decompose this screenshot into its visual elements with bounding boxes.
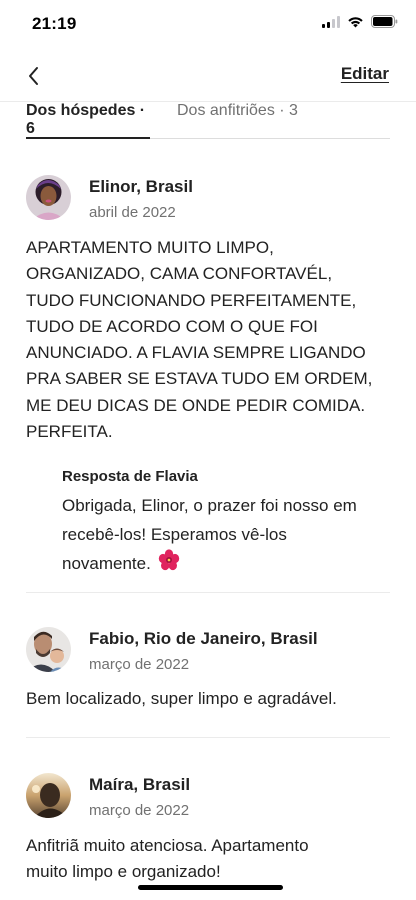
review-text-line: ANUNCIADO. A FLAVIA SEMPRE LIGANDO [26,343,366,363]
review-text-line: Anfitriã muito atenciosa. Apartamento [26,836,309,855]
hibiscus-emoji-icon [158,549,180,580]
reply-text-line: recebê-los! Esperamos vê-los [62,525,287,545]
reply-text-line-last: novamente. [62,549,390,580]
review-text: APARTAMENTO MUITO LIMPO, ORGANIZADO, CAM… [26,235,390,445]
review-text-line: TUDO DE ACORDO COM O QUE FOI [26,316,318,336]
tab-guest-reviews[interactable]: Dos hóspedes · 6 [26,102,150,139]
chevron-left-icon [29,67,38,85]
review-text-line: APARTAMENTO MUITO LIMPO, [26,238,274,257]
review-date: março de 2022 [89,656,190,673]
review-tabs: Dos hóspedes · 6 Dos anfitriões · 3 [26,102,390,139]
review-text: Bem localizado, super limpo e agradável. [26,686,390,712]
reviewer-name: Elinor, Brasil [89,177,193,196]
cellular-signal-icon [322,15,340,28]
avatar[interactable] [26,175,71,220]
review-item: Fabio, Rio de Janeiro, Brasil março de 2… [26,627,390,712]
review-text-line: muito limpo e organizado! [26,862,221,882]
avatar[interactable] [26,773,71,818]
review-header: Elinor, Brasil abril de 2022 [26,175,390,223]
review-date: março de 2022 [89,802,190,819]
reply-text-line: Obrigada, Elinor, o prazer foi nosso em [62,496,357,516]
review-item: Elinor, Brasil abril de 2022 APARTAMENTO… [26,175,390,580]
review-text-line: PRA SABER SE ESTAVA TUDO EM ORDEM, [26,369,373,389]
review-text-line: PERFEITA. [26,422,113,442]
reviewer-name: Maíra, Brasil [89,775,191,794]
reviews-screen: 21:19 Editar Dos hóspedes · 6 Dos anfitr… [0,0,416,900]
review-text-line: ORGANIZADO, CAMA CONFORTAVÉL, [26,264,333,284]
reply-text: Obrigada, Elinor, o prazer foi nosso em … [62,491,390,580]
battery-icon [371,15,398,28]
tab-host-reviews[interactable]: Dos anfitriões · 3 [177,102,298,139]
reply-title: Resposta de Flavia [62,468,198,486]
edit-button[interactable]: Editar [341,64,389,84]
host-reply: Resposta de Flavia Obrigada, Elinor, o p… [62,468,390,580]
nav-bar: Editar [0,50,416,102]
back-button[interactable] [22,64,46,88]
review-date: abril de 2022 [89,204,176,221]
wifi-icon [348,16,363,27]
review-header: Fabio, Rio de Janeiro, Brasil março de 2… [26,627,390,675]
review-item: Maíra, Brasil março de 2022 Anfitriã mui… [26,773,390,886]
review-text-line: TUDO FUNCIONANDO PERFEITAMENTE, [26,290,357,310]
status-icons [322,15,398,28]
review-divider [26,737,390,738]
reply-text-line: novamente. [62,554,151,574]
avatar[interactable] [26,627,71,672]
review-text-line: Bem localizado, super limpo e agradável. [26,689,337,708]
review-divider [26,592,390,593]
status-time: 21:19 [32,14,77,33]
review-text-line: ME DEU DICAS DE ONDE PEDIR COMIDA. [26,395,366,415]
review-text: Anfitriã muito atenciosa. Apartamento mu… [26,833,390,886]
home-indicator[interactable] [138,885,283,890]
status-bar: 21:19 [0,0,416,50]
review-header: Maíra, Brasil março de 2022 [26,773,390,821]
reviewer-name: Fabio, Rio de Janeiro, Brasil [89,629,318,648]
